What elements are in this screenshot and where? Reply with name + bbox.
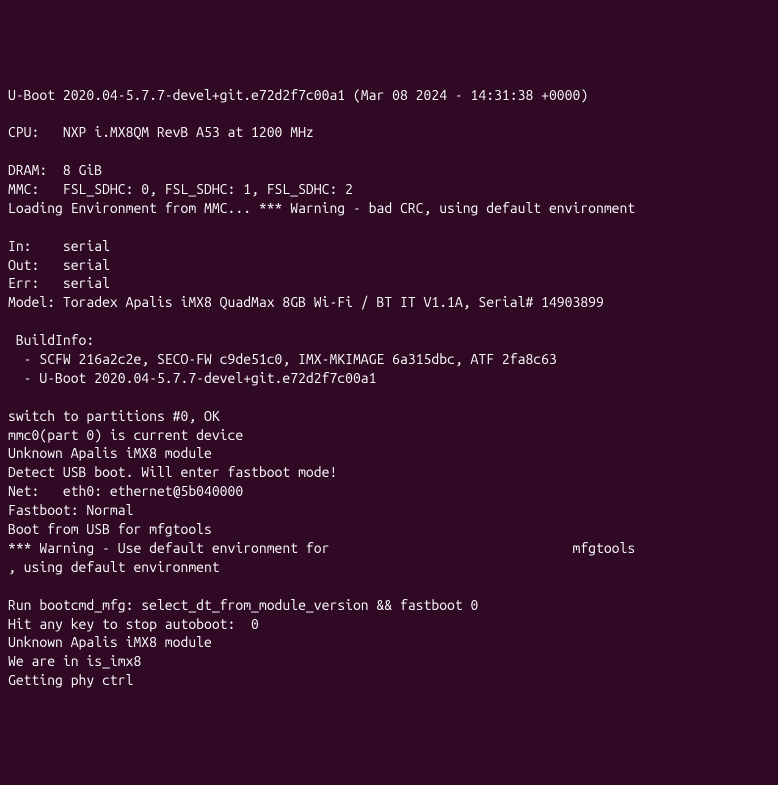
console-line: Net: eth0: ethernet@5b040000 <box>8 482 770 501</box>
console-line <box>8 312 770 331</box>
console-line: DRAM: 8 GiB <box>8 161 770 180</box>
console-line: , using default environment <box>8 558 770 577</box>
console-line: Loading Environment from MMC... *** Warn… <box>8 199 770 218</box>
terminal-output: U-Boot 2020.04-5.7.7-devel+git.e72d2f7c0… <box>8 86 770 691</box>
console-line <box>8 104 770 123</box>
console-line: mmc0(part 0) is current device <box>8 426 770 445</box>
console-line: Detect USB boot. Will enter fastboot mod… <box>8 463 770 482</box>
console-line: CPU: NXP i.MX8QM RevB A53 at 1200 MHz <box>8 123 770 142</box>
console-line: Boot from USB for mfgtools <box>8 520 770 539</box>
console-line <box>8 218 770 237</box>
console-line: switch to partitions #0, OK <box>8 407 770 426</box>
console-line <box>8 577 770 596</box>
console-line: In: serial <box>8 237 770 256</box>
console-line <box>8 142 770 161</box>
console-line: Hit any key to stop autoboot: 0 <box>8 615 770 634</box>
console-line: - U-Boot 2020.04-5.7.7-devel+git.e72d2f7… <box>8 369 770 388</box>
console-line: Err: serial <box>8 274 770 293</box>
console-line: - SCFW 216a2c2e, SECO-FW c9de51c0, IMX-M… <box>8 350 770 369</box>
console-line: Model: Toradex Apalis iMX8 QuadMax 8GB W… <box>8 293 770 312</box>
console-line: BuildInfo: <box>8 331 770 350</box>
console-line: Out: serial <box>8 256 770 275</box>
console-line: Run bootcmd_mfg: select_dt_from_module_v… <box>8 596 770 615</box>
console-line: MMC: FSL_SDHC: 0, FSL_SDHC: 1, FSL_SDHC:… <box>8 180 770 199</box>
console-line <box>8 388 770 407</box>
console-line: Getting phy ctrl <box>8 671 770 690</box>
console-line: Unknown Apalis iMX8 module <box>8 633 770 652</box>
console-line: *** Warning - Use default environment fo… <box>8 539 770 558</box>
console-line: Unknown Apalis iMX8 module <box>8 444 770 463</box>
console-line: U-Boot 2020.04-5.7.7-devel+git.e72d2f7c0… <box>8 86 770 105</box>
console-line: Fastboot: Normal <box>8 501 770 520</box>
console-line: We are in is_imx8 <box>8 652 770 671</box>
